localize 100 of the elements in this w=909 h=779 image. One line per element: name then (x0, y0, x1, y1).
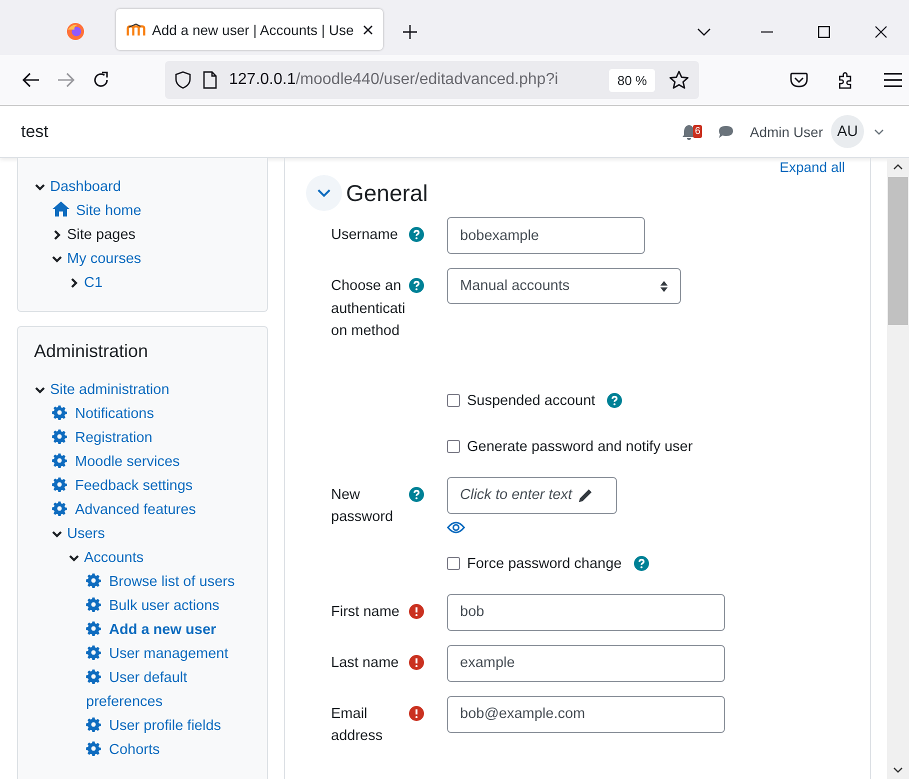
help-icon[interactable] (634, 556, 649, 571)
zoom-level-badge[interactable]: 80 % (609, 68, 655, 92)
gear-icon (86, 741, 101, 756)
text-input[interactable]: example (447, 644, 725, 682)
bell-icon[interactable] (682, 124, 696, 140)
browser-logo-icon[interactable] (66, 22, 85, 41)
tree-item-link[interactable]: Users (67, 522, 105, 546)
tree-item-link[interactable]: C1 (84, 271, 103, 295)
text-input[interactable]: bobexample (447, 217, 645, 254)
field-label: New password (331, 486, 394, 525)
tree-item-link[interactable]: Feedback settings (52, 474, 193, 498)
eye-icon[interactable] (447, 520, 465, 534)
close-icon[interactable] (363, 24, 373, 34)
block-title: Administration (34, 341, 150, 362)
tree-item-link[interactable]: Accounts (84, 546, 144, 570)
url-text: 127.0.0.1/moodle440/user/editadvanced.php?i (229, 71, 560, 89)
moodle-logo-icon (126, 22, 146, 36)
help-icon[interactable] (607, 393, 622, 408)
tree-item-link[interactable]: User default preferences (86, 666, 251, 714)
chevron-down-icon[interactable] (51, 253, 63, 265)
shield-icon (175, 71, 191, 89)
tree-item-link[interactable]: Notifications (52, 402, 154, 426)
gear-icon (52, 405, 67, 420)
tree-item-link[interactable]: Bulk user actions (86, 594, 220, 618)
tree-item-link[interactable]: Dashboard (50, 175, 121, 199)
browser-tab[interactable]: Add a new user | Accounts | Use (116, 9, 383, 50)
tree-item-link[interactable]: Cohorts (86, 738, 160, 762)
pencil-icon (578, 488, 594, 502)
tree-item-link[interactable]: Site home (52, 199, 142, 223)
tree-item-link[interactable]: Browse list of users (86, 570, 235, 594)
tree-item-link[interactable]: Advanced features (52, 498, 196, 522)
sort-arrows-icon (660, 280, 668, 292)
notification-count-badge: 6 (692, 124, 702, 138)
gear-icon (52, 501, 67, 516)
address-bar[interactable]: 127.0.0.1/moodle440/user/editadvanced.php?i 80 % (165, 61, 699, 99)
tree-item-link[interactable]: Add a new user (86, 618, 216, 642)
gear-icon (86, 669, 101, 684)
reload-icon[interactable] (92, 71, 110, 89)
caret-down-icon[interactable] (874, 128, 884, 134)
checkbox[interactable] (447, 557, 460, 570)
field-label: Email address (331, 706, 383, 744)
select-dropdown[interactable]: Manual accounts (447, 268, 681, 304)
checkbox-label[interactable]: Generate password and notify user (467, 438, 693, 454)
menu-icon[interactable] (884, 71, 902, 89)
text-input[interactable]: bob@example.com (447, 696, 725, 732)
section-collapse-button[interactable] (306, 175, 342, 211)
checkbox[interactable] (447, 394, 460, 407)
field-label: Choose an authentication method (331, 278, 406, 339)
chevron-down-icon[interactable] (34, 384, 46, 396)
gear-icon (86, 573, 101, 588)
tree-item-link[interactable]: Site administration (50, 378, 170, 402)
tree-item-link[interactable]: My courses (67, 247, 142, 271)
page-icon (203, 71, 217, 89)
maximize-icon[interactable] (818, 26, 830, 38)
expand-all-link[interactable]: Expand all (780, 159, 845, 175)
forward-arrow-icon[interactable] (57, 71, 75, 89)
chevron-down-icon[interactable] (68, 552, 80, 564)
help-icon[interactable] (409, 227, 424, 242)
tree-item-link[interactable]: Site pages (67, 223, 136, 247)
tree-item-link[interactable]: Registration (52, 426, 152, 450)
password-field[interactable]: Click to enter text (447, 476, 617, 514)
chat-bubble-icon[interactable] (718, 124, 734, 138)
chevron-right-icon[interactable] (68, 277, 80, 289)
back-arrow-icon[interactable] (22, 71, 40, 89)
new-tab-icon[interactable] (403, 24, 417, 38)
minimize-icon[interactable] (761, 30, 773, 32)
site-name[interactable]: test (21, 122, 48, 142)
gear-icon (86, 645, 101, 660)
scrollbar-thumb[interactable] (888, 177, 908, 325)
tree-item-link[interactable]: User management (86, 642, 228, 666)
tab-list-chevron-icon[interactable] (697, 28, 711, 36)
section-title: General (346, 180, 428, 206)
help-icon[interactable] (409, 278, 424, 293)
star-icon[interactable] (669, 70, 689, 90)
field-label: Last name (331, 654, 399, 670)
chevron-down-icon[interactable] (34, 181, 46, 193)
checkbox-label[interactable]: Force password change (467, 556, 622, 572)
tree-item-link[interactable]: User profile fields (86, 714, 222, 738)
gear-icon (86, 717, 101, 732)
gear-icon (52, 453, 67, 468)
checkbox-label[interactable]: Suspended account (467, 392, 596, 408)
gear-icon (52, 429, 67, 444)
close-window-icon[interactable] (875, 26, 887, 38)
checkbox[interactable] (447, 440, 460, 453)
chevron-right-icon[interactable] (51, 229, 63, 241)
text-input[interactable]: bob (447, 594, 725, 630)
scrollbar[interactable] (887, 158, 909, 779)
chevron-down-icon[interactable] (51, 528, 63, 540)
chevron-down-icon (317, 188, 331, 198)
gear-icon (52, 477, 67, 492)
user-avatar[interactable]: AU (831, 115, 864, 148)
tab-title: Add a new user | Accounts | Use (152, 22, 355, 38)
pocket-icon[interactable] (790, 71, 808, 89)
user-name[interactable]: Admin User (750, 124, 823, 140)
help-icon[interactable] (409, 486, 424, 502)
home-icon (52, 201, 70, 217)
field-label: First name (331, 604, 400, 620)
gear-icon (86, 621, 101, 636)
gear-icon (86, 597, 101, 612)
tree-item-link[interactable]: Moodle services (52, 450, 180, 474)
